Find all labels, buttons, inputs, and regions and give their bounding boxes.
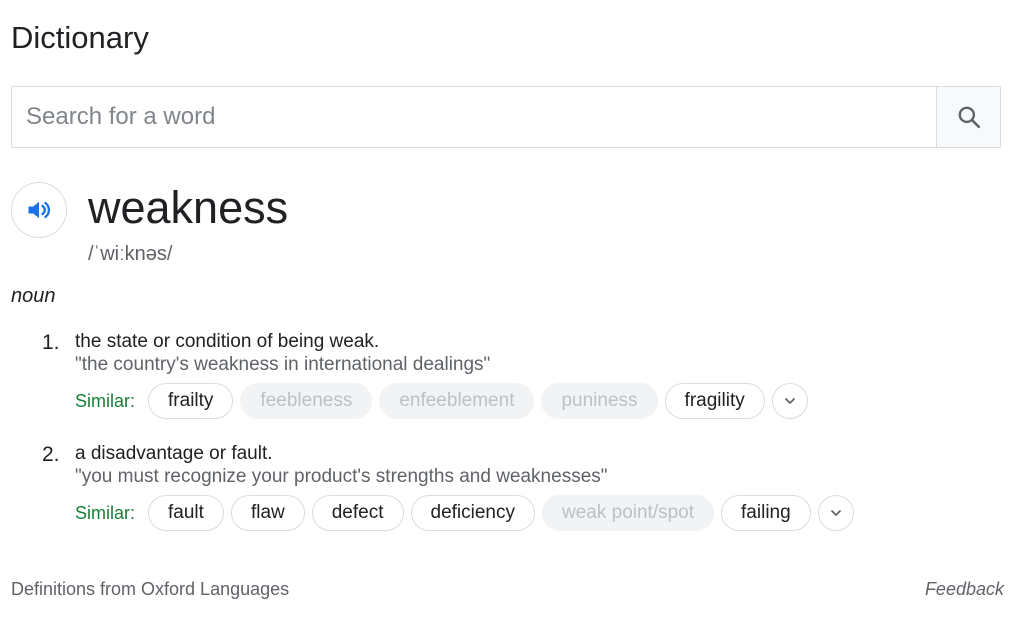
search-button[interactable] (936, 87, 1000, 147)
definition-example: "the country's weakness in international… (75, 354, 491, 375)
similar-label: Similar: (75, 390, 136, 411)
pronunciation-text: /ˈwiːknəs/ (88, 243, 173, 265)
search-input[interactable] (12, 87, 936, 147)
chevron-down-icon (830, 510, 841, 516)
definition-number: 2. (42, 443, 60, 466)
similar-word-chip[interactable]: enfeeblement (379, 383, 535, 419)
similar-word-chip[interactable]: feebleness (240, 383, 373, 419)
similar-word-chip[interactable]: flaw (230, 495, 305, 531)
similar-word-chip[interactable]: deficiency (410, 495, 535, 531)
similar-word-chip[interactable]: puniness (541, 383, 658, 419)
similar-word-chip[interactable]: failing (721, 495, 811, 531)
expand-similar-button[interactable] (817, 495, 854, 531)
part-of-speech: noun (11, 285, 56, 307)
similar-word-chip[interactable]: frailty (148, 383, 234, 419)
expand-similar-button[interactable] (771, 383, 808, 419)
similar-words-row: Similar: fault flaw defect deficiency we… (75, 495, 854, 531)
feedback-link[interactable]: Feedback (925, 579, 1004, 600)
source-attribution: Definitions from Oxford Languages (11, 579, 290, 599)
similar-word-chip[interactable]: fault (148, 495, 224, 531)
similar-word-chip[interactable]: fragility (664, 383, 765, 419)
similar-words-row: Similar: frailty feebleness enfeeblement… (75, 383, 808, 419)
headword: weakness (88, 182, 289, 233)
search-icon (958, 106, 980, 129)
speaker-icon (28, 201, 51, 219)
definition-number: 1. (42, 331, 60, 354)
page-title: Dictionary (11, 20, 149, 55)
chevron-down-icon (784, 398, 795, 404)
similar-word-chip[interactable]: defect (311, 495, 404, 531)
similar-label: Similar: (75, 502, 136, 523)
definition-text: the state or condition of being weak. (75, 331, 380, 352)
similar-word-chip[interactable]: weak point/spot (542, 495, 715, 531)
definition-text: a disadvantage or fault. (75, 443, 273, 464)
search-box (11, 86, 1001, 148)
definition-example: "you must recognize your product's stren… (75, 466, 608, 487)
pronunciation-audio-button[interactable] (11, 182, 67, 238)
